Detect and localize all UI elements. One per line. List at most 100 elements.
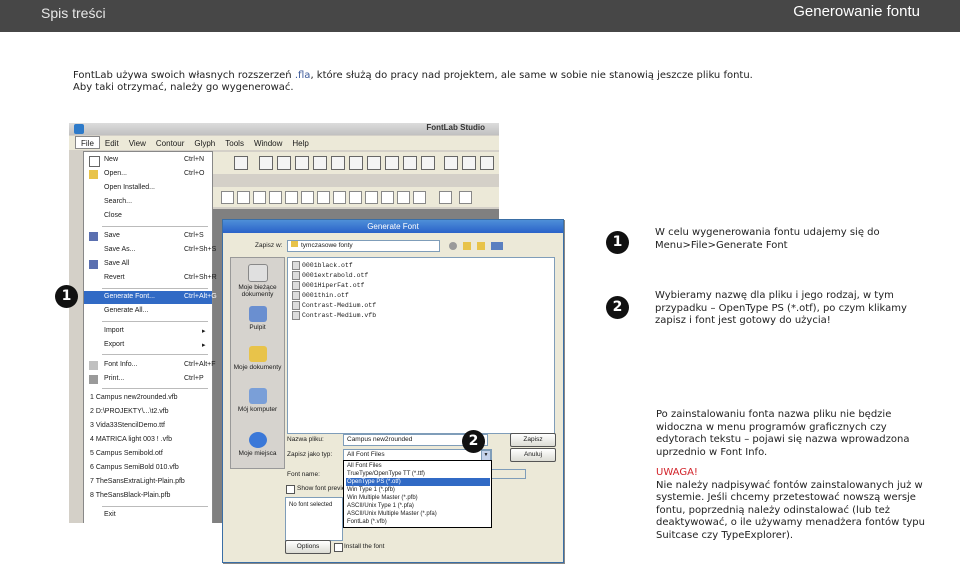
menu-tools[interactable]: Tools: [220, 137, 249, 148]
font-file-icon: [292, 261, 300, 270]
tool-icon[interactable]: [365, 191, 378, 204]
type-option-selected[interactable]: OpenType PS (*.otf): [346, 478, 490, 486]
app-titlebar: FontLab Studio: [69, 123, 499, 135]
menu-item-close[interactable]: Close: [84, 210, 212, 223]
type-option[interactable]: TrueType/OpenType TT (*.ttf): [346, 470, 490, 478]
new-folder-icon[interactable]: [477, 242, 485, 250]
type-option[interactable]: ASCII/Unix Type 1 (*.pfa): [346, 502, 490, 510]
menu-edit[interactable]: Edit: [100, 137, 124, 148]
menu-item-new[interactable]: New Ctrl+N: [84, 154, 212, 167]
align-icon[interactable]: [444, 156, 458, 170]
menu-file[interactable]: File: [75, 136, 100, 149]
type-option[interactable]: All Font Files: [346, 462, 490, 470]
type-option[interactable]: Win Type 1 (*.pfb): [346, 486, 490, 494]
type-option[interactable]: FontLab (*.vfb): [346, 518, 490, 526]
file-item[interactable]: 0001thin.otf: [292, 291, 349, 300]
nav-back-icon[interactable]: [449, 242, 457, 250]
menu-item-search[interactable]: Search...: [84, 196, 212, 209]
menu-item-print[interactable]: Print... Ctrl+P: [84, 373, 212, 386]
app-menubar: File Edit View Contour Glyph Tools Window Help: [69, 136, 499, 150]
menu-item-save[interactable]: Save Ctrl+S: [84, 230, 212, 243]
note-warning-text: Nie należy nadpisywać fontów zainstalowa…: [656, 479, 925, 541]
cancel-button[interactable]: Anuluj: [510, 448, 556, 462]
tool-icon[interactable]: [253, 191, 266, 204]
recent-file[interactable]: 5 Campus Semibold.otf: [84, 448, 212, 461]
tool-icon[interactable]: [349, 191, 362, 204]
tool-icon[interactable]: [413, 191, 426, 204]
section-link[interactable]: Spis treści: [41, 5, 106, 21]
recent-file[interactable]: 3 Vida33StencilDemo.ttf: [84, 420, 212, 433]
tool-icon[interactable]: [285, 191, 298, 204]
menu-glyph[interactable]: Glyph: [189, 137, 220, 148]
menu-view[interactable]: View: [124, 137, 151, 148]
place-recent[interactable]: Moje bieżące dokumenty: [231, 264, 284, 298]
tool-icon[interactable]: [301, 191, 314, 204]
align-icon[interactable]: [385, 156, 399, 170]
align-icon[interactable]: [421, 156, 435, 170]
menu-item-save-all[interactable]: Save All: [84, 258, 212, 271]
tool-icon[interactable]: [333, 191, 346, 204]
tool-icon[interactable]: [221, 191, 234, 204]
menu-item-revert[interactable]: Revert Ctrl+Sh+R: [84, 272, 217, 285]
file-item[interactable]: 0001black.otf: [292, 261, 353, 270]
step-marker-2: 2: [462, 430, 485, 453]
font-file-icon: [292, 301, 300, 310]
file-item[interactable]: Contrast-Medium.otf: [292, 301, 376, 310]
recent-file[interactable]: 4 MATRICA light 003 ! .vfb: [84, 434, 212, 447]
view-menu-icon[interactable]: [491, 242, 503, 250]
place-desktop[interactable]: Pulpit: [231, 306, 284, 331]
print-icon[interactable]: [234, 156, 248, 170]
folder-icon: [89, 170, 98, 179]
up-folder-icon[interactable]: [463, 242, 471, 250]
show-preview-checkbox[interactable]: [286, 485, 295, 494]
install-font-checkbox[interactable]: [334, 543, 343, 552]
place-network[interactable]: Moje miejsca: [231, 432, 284, 457]
align-icon[interactable]: [480, 156, 494, 170]
options-button[interactable]: Options: [285, 540, 331, 554]
align-icon[interactable]: [259, 156, 273, 170]
save-button[interactable]: Zapisz: [510, 433, 556, 447]
tool-icon[interactable]: [237, 191, 250, 204]
menu-item-exit[interactable]: Exit: [84, 509, 212, 522]
place-my-computer[interactable]: Mój komputer: [231, 388, 284, 413]
menu-window[interactable]: Window: [249, 137, 287, 148]
menu-item-open-installed[interactable]: Open Installed...: [84, 182, 212, 195]
tool-icon[interactable]: [381, 191, 394, 204]
align-icon[interactable]: [349, 156, 363, 170]
align-icon[interactable]: [331, 156, 345, 170]
menu-item-export[interactable]: Export ▸: [84, 339, 212, 352]
recent-file[interactable]: 8 TheSansBlack-Plain.pfb: [84, 490, 212, 503]
align-icon[interactable]: [313, 156, 327, 170]
menu-item-generate-all[interactable]: Generate All...: [84, 305, 212, 318]
align-icon[interactable]: [295, 156, 309, 170]
recent-file[interactable]: 6 Campus SemiBold 010.vfb: [84, 462, 212, 475]
intro-line1-start: FontLab używa swoich własnych rozszerzeń: [73, 70, 295, 81]
menu-help[interactable]: Help: [287, 137, 313, 148]
align-icon[interactable]: [403, 156, 417, 170]
align-icon[interactable]: [277, 156, 291, 170]
file-item[interactable]: 0001extrabold.otf: [292, 271, 368, 280]
tool-icon[interactable]: [317, 191, 330, 204]
menu-item-generate-font[interactable]: Generate Font... Ctrl+Alt+G: [84, 291, 217, 304]
tool-icon[interactable]: [397, 191, 410, 204]
menu-item-import[interactable]: Import ▸: [84, 325, 212, 338]
place-my-documents[interactable]: Moje dokumenty: [231, 346, 284, 371]
menu-contour[interactable]: Contour: [151, 137, 189, 148]
type-option[interactable]: ASCII/Unix Multiple Master (*.pfa): [346, 510, 490, 518]
file-item[interactable]: Contrast-Medium.vfb: [292, 311, 376, 320]
file-item[interactable]: 0001HiperFat.otf: [292, 281, 364, 290]
menu-item-font-info[interactable]: Font Info... Ctrl+Alt+F: [84, 359, 216, 372]
menu-item-open[interactable]: Open... Ctrl+O: [84, 168, 212, 181]
align-icon[interactable]: [462, 156, 476, 170]
tool-icon[interactable]: [459, 191, 472, 204]
save-in-label: Zapisz w:: [255, 242, 283, 249]
recent-file[interactable]: 2 D:\PROJEKTY\...\t2.vfb: [84, 406, 212, 419]
tool-icon[interactable]: [269, 191, 282, 204]
recent-file[interactable]: 1 Campus new2rounded.vfb: [84, 392, 212, 405]
type-option[interactable]: Win Multiple Master (*.pfb): [346, 494, 490, 502]
tool-icon[interactable]: [439, 191, 452, 204]
recent-file[interactable]: 7 TheSansExtraLight-Plain.pfb: [84, 476, 212, 489]
menu-item-save-as[interactable]: Save As... Ctrl+Sh+S: [84, 244, 216, 257]
save-in-select[interactable]: tymczasowe fonty: [287, 240, 440, 252]
align-icon[interactable]: [367, 156, 381, 170]
